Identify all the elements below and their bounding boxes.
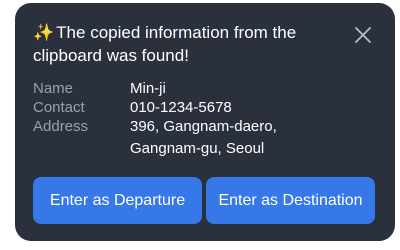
name-value: Min-ji (130, 80, 166, 97)
close-icon[interactable] (353, 25, 373, 45)
contact-label: Contact (33, 99, 85, 116)
headline-line-2: clipboard was found! (33, 46, 189, 65)
address-value: 396, Gangnam-daero, Gangnam-gu, Seoul (130, 117, 277, 158)
enter-as-destination-button[interactable]: Enter as Destination (206, 177, 375, 224)
enter-as-departure-button[interactable]: Enter as Departure (33, 177, 202, 224)
address-line-1: 396, Gangnam-daero, (130, 118, 277, 135)
contact-value: 010-1234-5678 (130, 99, 232, 116)
sparkle-icon: ✨ (33, 23, 55, 42)
address-row: Address 396, Gangnam-daero, Gangnam-gu, … (33, 117, 378, 158)
clipboard-toast: ✨ The copied information from the clipboa… (15, 3, 395, 241)
headline-line-1: The copied information from the (56, 23, 297, 42)
address-line-2: Gangnam-gu, Seoul (130, 140, 265, 157)
contact-row: Contact 010-1234-5678 (33, 98, 378, 117)
clipboard-details: Name Min-ji Contact 010-1234-5678 Addres… (33, 79, 378, 158)
toast-headline: ✨ The copied information from the clipboa… (33, 21, 333, 67)
name-row: Name Min-ji (33, 79, 378, 98)
address-label: Address (33, 118, 89, 135)
name-label: Name (33, 80, 74, 97)
